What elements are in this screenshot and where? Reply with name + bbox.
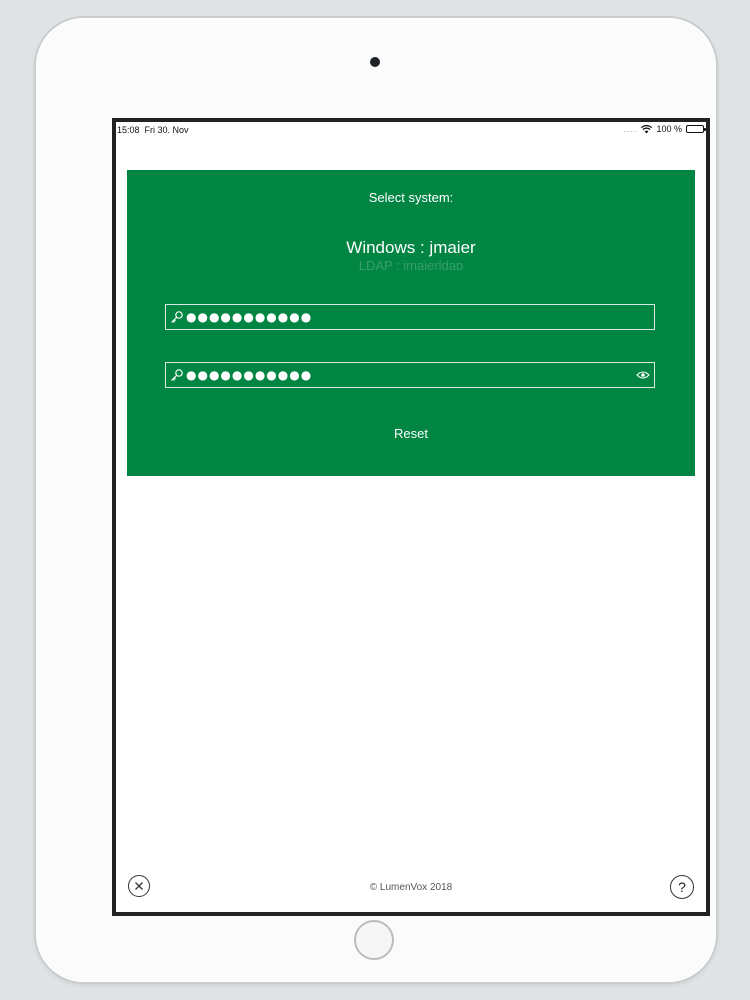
battery-icon (686, 125, 706, 133)
login-panel: Select system: Windows : jmaier LDAP : j… (127, 170, 695, 476)
tablet-frame: 15:08 Fri 30. Nov .... 100 % Select syst… (36, 18, 716, 982)
key-icon (171, 311, 183, 323)
system-option-next[interactable]: LDAP : jmaierldap (127, 258, 695, 270)
copyright-text: © LumenVox 2018 (369, 882, 453, 893)
help-button[interactable]: ? (670, 875, 694, 899)
password-field-1[interactable] (165, 304, 655, 330)
password-input-1[interactable] (186, 307, 654, 327)
status-time: 15:08 Fri 30. Nov (117, 125, 189, 135)
status-clock: 15:08 (117, 125, 140, 135)
system-picker[interactable]: Windows : jmaier LDAP : jmaierldap (127, 238, 695, 270)
app-screen: 15:08 Fri 30. Nov .... 100 % Select syst… (112, 118, 710, 916)
signal-dots: .... (623, 124, 638, 134)
reset-button[interactable]: Reset (127, 425, 695, 442)
password-field-2[interactable] (165, 362, 655, 388)
status-date: Fri 30. Nov (144, 125, 189, 135)
eye-icon[interactable] (636, 370, 650, 380)
home-button[interactable] (354, 920, 394, 960)
wifi-icon (641, 124, 653, 133)
password-input-2[interactable] (186, 365, 636, 385)
status-bar: 15:08 Fri 30. Nov .... 100 % (116, 122, 706, 138)
battery-percent: 100 % (656, 124, 682, 134)
key-icon (171, 369, 183, 381)
help-circle-icon: ? (678, 879, 686, 895)
select-system-label: Select system: (368, 190, 454, 205)
front-camera (370, 57, 380, 67)
status-indicators: .... 100 % (623, 124, 706, 134)
system-option-selected[interactable]: Windows : jmaier (127, 238, 695, 258)
